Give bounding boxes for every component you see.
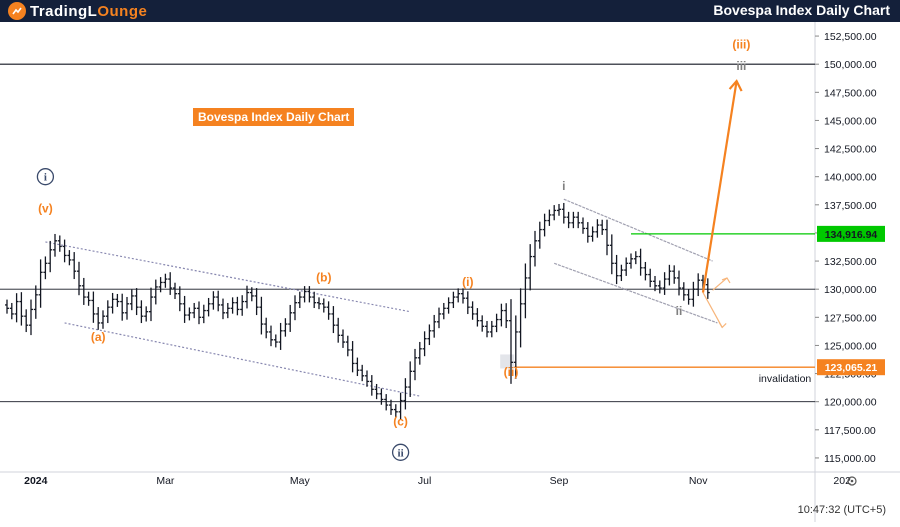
header-title: Bovespa Index Daily Chart [713,2,890,18]
wave-label: i [562,179,565,193]
y-tick-label: 152,500.00 [824,31,877,43]
y-tick-label: 117,500.00 [824,425,876,437]
x-tick-label: Sep [550,475,569,487]
wave-label: ii [398,447,404,459]
channel-line [563,198,713,262]
wave-label: iii [736,59,746,73]
wave-label: (iii) [732,37,750,51]
invalidation-label: invalidation [759,373,812,385]
y-tick-label: 137,500.00 [824,200,877,212]
settings-gear-dot [850,479,854,483]
price-chart[interactable]: 152,500.00 150,000.00 147,500.00 145,000.00… [0,22,900,522]
y-tick-label: 142,500.00 [824,144,877,156]
x-tick-label: Mar [156,475,175,487]
wave-label: (a) [91,330,106,344]
y-tick-label: 147,500.00 [824,87,877,99]
wave-label: (i) [462,275,473,289]
y-tick-label: 150,000.00 [824,59,877,71]
alt-projection-down-head [718,322,727,329]
y-tick-label: 120,000.00 [824,397,877,409]
x-tick-label: 2024 [24,475,48,487]
price-label-text: 134,916.94 [825,229,878,241]
y-tick-label: 132,500.00 [824,256,877,268]
channel-line [45,241,411,313]
y-tick-label: 125,000.00 [824,340,877,352]
y-tick-label: 130,000.00 [824,284,877,296]
wave-label: i [44,172,47,184]
y-tick-label: 127,500.00 [824,312,877,324]
x-tick-label: Nov [689,475,708,487]
wave-label: (v) [38,202,53,216]
x-tick-label: May [290,475,311,487]
status-time: 10:47:32 (UTC+5) [797,504,886,516]
alt-projection-down [702,292,723,328]
price-label-text: 123,065.21 [825,362,878,374]
y-tick-label: 145,000.00 [824,115,877,127]
chart-area[interactable]: 152,500.00 150,000.00 147,500.00 145,000.00… [0,22,900,522]
wave-label: (b) [316,270,331,284]
wave-label: (ii) [504,365,519,379]
wave-label: (c) [393,414,408,428]
top-bar: TradingLOunge Bovespa Index Daily Chart [0,0,900,22]
logo[interactable]: TradingLOunge [8,2,147,20]
wave-label: ii [676,304,683,318]
projection-arrow [701,80,738,293]
x-tick-label: Jul [418,475,431,487]
y-tick-label: 115,000.00 [824,453,876,465]
y-tick-label: 140,000.00 [824,172,877,184]
logo-circle-icon [8,2,26,20]
chart-tag: Bovespa Index Daily Chart [193,108,355,126]
logo-text: TradingLOunge [30,2,148,20]
alt-projection-up [712,277,728,291]
